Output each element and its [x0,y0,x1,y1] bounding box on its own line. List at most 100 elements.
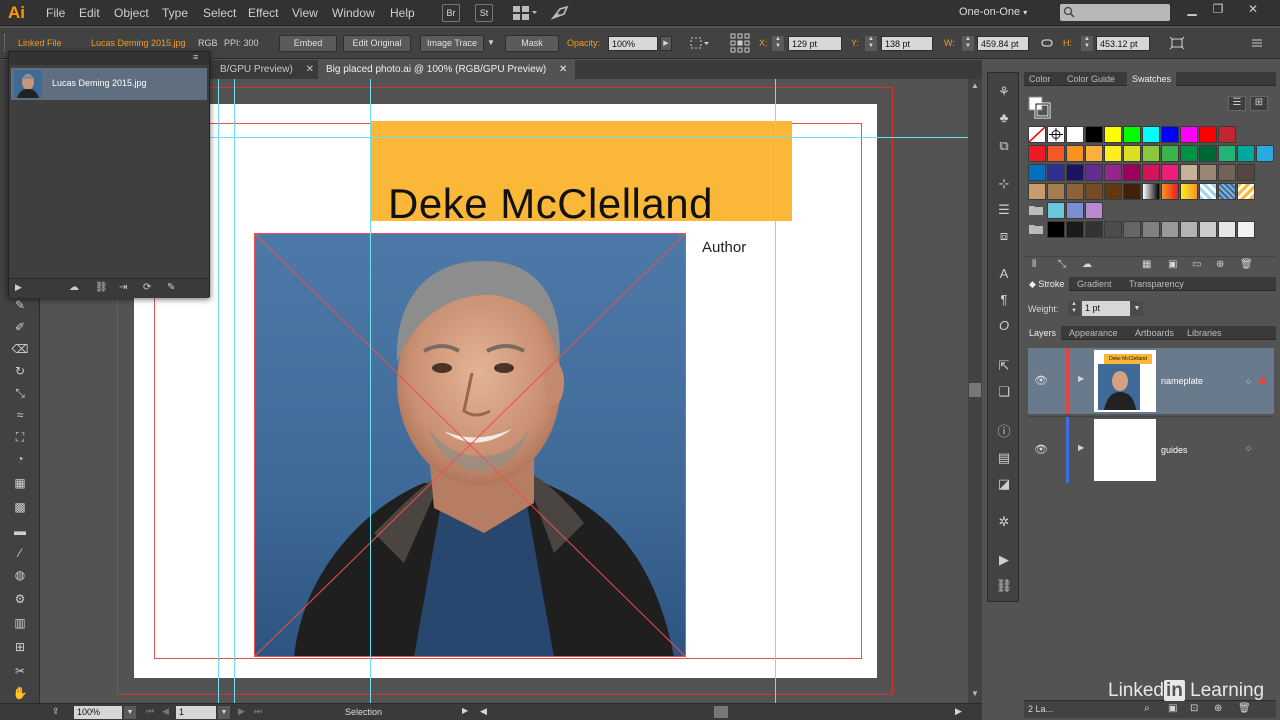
target-icon[interactable]: ○ [1246,376,1251,386]
swatch[interactable] [1123,221,1141,238]
swatch[interactable] [1066,183,1084,200]
last-artboard-icon[interactable]: ⏭ [254,706,262,717]
info-icon[interactable]: ⓘ [994,423,1014,441]
close-icon[interactable]: ✕ [1243,2,1263,20]
tab-appearance[interactable]: Appearance [1064,326,1123,340]
stroke-weight-dropdown-icon[interactable]: ▼ [1131,301,1143,316]
artboards-panel-icon[interactable]: ❏ [994,383,1014,401]
swatch[interactable] [1028,164,1046,181]
w-input[interactable]: 459.84 pt [977,36,1029,51]
expand-layer-icon[interactable]: ▶ [1078,374,1084,383]
arrange-documents-icon[interactable] [512,5,538,21]
swatch[interactable] [1161,221,1179,238]
stroke-weight-stepper[interactable]: ▲ ▼ [1068,301,1080,316]
visibility-eye-icon[interactable]: 👁 [1034,374,1048,387]
zoom-level-input[interactable]: 100% [74,706,122,719]
new-color-group-icon[interactable]: ▣ [1168,259,1177,270]
thumbnail-view-icon[interactable]: ⊞ [1250,96,1268,111]
select-similar-icon[interactable] [690,36,710,50]
tab-gradient[interactable]: Gradient [1072,277,1117,291]
show-link-info-icon[interactable]: ▶ [15,282,22,293]
bridge-button[interactable]: Br [442,4,460,22]
delete-swatch-icon[interactable]: 🗑 [1240,259,1253,270]
list-view-icon[interactable]: ☰ [1228,96,1246,111]
status-menu-icon[interactable]: ▶ [462,706,468,715]
artboard-tool-icon[interactable]: ⊞ [10,638,30,656]
opacity-label[interactable]: Opacity: [567,38,600,48]
y-stepper[interactable]: ▲ ▼ [865,36,877,51]
x-stepper[interactable]: ▲ ▼ [772,36,784,51]
stock-button[interactable]: St [475,4,493,22]
symbol-sprayer-tool-icon[interactable]: ⚙ [10,590,30,608]
control-bar-grip[interactable] [4,34,8,52]
image-trace-dropdown-icon[interactable]: ▼ [487,38,495,47]
swatch[interactable] [1199,164,1217,181]
opacity-dropdown-icon[interactable]: ▶ [660,36,672,51]
color-group-icon[interactable]: ▭ [1192,259,1201,270]
swatch[interactable] [1142,221,1160,238]
tab-lucas-photo[interactable]: B/GPU Preview) ✕ [212,60,322,79]
menu-object[interactable]: Object [114,6,149,20]
tab-layers[interactable]: Layers [1024,326,1062,340]
workspace-switcher[interactable]: One-on-One ▾ [959,6,1027,18]
swatch[interactable] [1218,221,1236,238]
blob-brush-tool-icon[interactable]: ✎ [10,296,30,314]
zoom-dropdown-icon[interactable]: ▼ [124,706,136,719]
swatch[interactable] [1199,126,1217,143]
swatch[interactable] [1123,145,1141,162]
embed-button[interactable]: Embed [279,35,337,52]
color-group-folder-icon[interactable] [1028,221,1046,238]
image-trace-button[interactable]: Image Trace [420,35,484,52]
swatch-none[interactable] [1028,126,1046,143]
scroll-thumb[interactable] [969,383,981,397]
w-label[interactable]: W: [944,38,955,48]
opentype-icon[interactable]: O [994,317,1014,335]
graphic-styles-icon[interactable]: ⧉ [994,137,1014,155]
layer-row-nameplate[interactable]: 👁 ▶ Deke McClelland nameplate ○ [1028,348,1274,414]
previous-artboard-icon[interactable]: ◀ [162,706,169,717]
expand-layer-icon[interactable]: ▶ [1078,443,1084,452]
new-layer-icon[interactable]: ⊕ [1214,703,1222,714]
y-label[interactable]: Y: [851,38,859,48]
swatch[interactable] [1085,164,1103,181]
swatch[interactable] [1218,164,1236,181]
tab-libraries[interactable]: Libraries [1182,326,1227,340]
w-stepper[interactable]: ▲ ▼ [962,36,974,51]
swatch-pattern[interactable] [1180,183,1198,200]
column-graph-tool-icon[interactable]: ▥ [10,614,30,632]
scale-tool-icon[interactable]: ⤡ [10,384,30,402]
eraser-tool-icon[interactable]: ⌫ [10,340,30,358]
menu-window[interactable]: Window [332,6,375,20]
scroll-right-icon[interactable]: ▶ [955,706,962,717]
swatch[interactable] [1180,164,1198,181]
swatch[interactable] [1237,164,1255,181]
y-input[interactable]: 138 pt [881,36,933,51]
swatch[interactable] [1256,145,1274,162]
scroll-up-icon[interactable]: ▲ [971,81,979,90]
swatch[interactable] [1047,145,1065,162]
transform-panel-icon[interactable]: ⊹ [994,175,1014,193]
swatch[interactable] [1085,145,1103,162]
swatch[interactable] [1066,221,1084,238]
cc-library-icon[interactable]: ⤡ [1058,259,1066,270]
nameplate-name[interactable]: Deke McClelland [388,180,713,228]
swatch[interactable] [1104,164,1122,181]
go-to-link-icon[interactable]: ⇥ [119,282,127,293]
swatch[interactable] [1104,221,1122,238]
swatch[interactable] [1180,221,1198,238]
cc-library-link-icon[interactable]: ☁ [69,282,79,293]
hand-tool-icon[interactable]: ✋ [10,684,30,702]
document-info-icon[interactable]: ▤ [994,449,1014,467]
swatch[interactable] [1237,221,1255,238]
swatch[interactable] [1218,126,1236,143]
rotate-tool-icon[interactable]: ↻ [10,362,30,380]
swatch[interactable] [1047,202,1065,219]
swatch[interactable] [1161,164,1179,181]
delete-layer-icon[interactable]: 🗑 [1238,703,1251,714]
first-artboard-icon[interactable]: ⏮ [146,706,154,717]
swatch[interactable] [1161,145,1179,162]
artboard-number-input[interactable]: 1 [176,706,216,719]
gradient-tool-icon[interactable]: ▬ [10,522,30,540]
guide-vertical[interactable] [370,79,371,703]
opacity-input[interactable]: 100% [608,36,658,51]
